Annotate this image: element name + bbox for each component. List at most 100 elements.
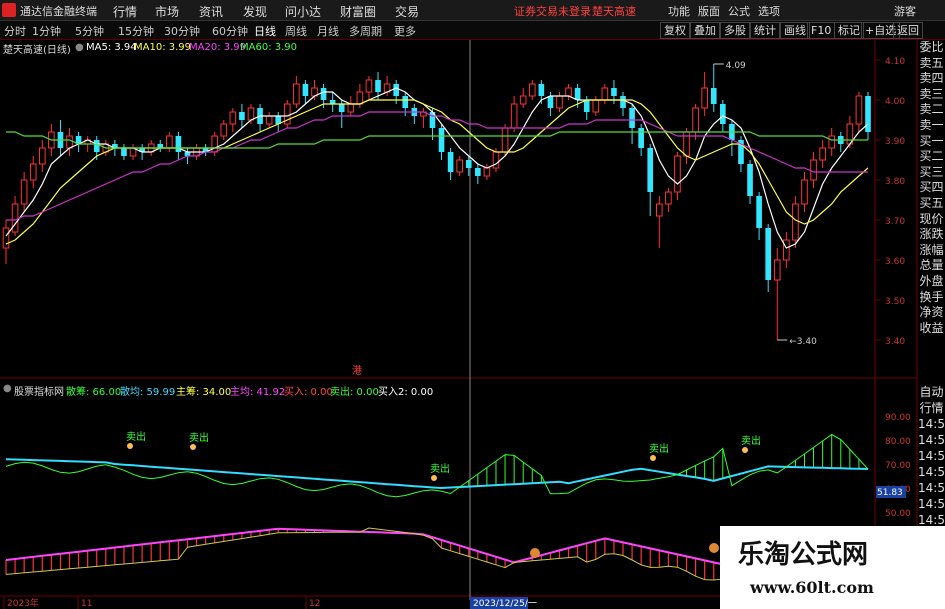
biaoji-button[interactable]: 标记 [834,22,864,39]
fuquan-button[interactable]: 复权 [660,22,690,39]
ma10-line [5,99,869,245]
candle-body [574,88,581,100]
side-item[interactable]: 现价 [918,212,945,228]
candle-body [293,83,300,105]
candle-body [429,112,436,128]
tab-monthly[interactable]: 月线 [317,23,339,39]
menu-faxian[interactable]: 发现 [243,3,267,20]
candle-body [75,136,82,144]
candle-body [828,135,836,149]
guest-button[interactable]: 游客 [894,3,916,19]
tab-multi-period[interactable]: 多周期 [349,23,382,39]
tab-15min[interactable]: 15分钟 [118,23,154,39]
side-item[interactable]: 买二 [918,149,945,165]
ma20-label: MA20: 3.99 [189,42,247,53]
date-cursor-box [470,597,528,609]
candle-body [665,191,672,205]
indicator-tick-label: 90.00 [885,413,911,423]
candle-body [647,148,654,192]
menu-shichang[interactable]: 市场 [155,3,179,20]
duogu-button[interactable]: 多股 [720,22,750,39]
side-item[interactable]: 买一 [918,134,945,150]
side-item[interactable]: 净资 [918,305,945,321]
indicator-tick-label: 50.00 [885,509,911,519]
candle-body [583,100,590,112]
candle-body [166,135,173,149]
tab-5min[interactable]: 5分钟 [75,23,104,39]
tab-30min[interactable]: 30分钟 [164,23,200,39]
side-item[interactable]: 涨幅 [918,243,945,259]
side-item[interactable]: 外盘 [918,274,945,290]
side-item[interactable]: 总量 [918,258,945,274]
candle-body [837,136,844,144]
candle-body [747,164,753,196]
menu-gongshi[interactable]: 公式 [728,3,750,19]
side-item[interactable]: 委比 [918,40,945,56]
tab-more[interactable]: 更多 [394,23,416,39]
candle-body [865,96,871,132]
candle-body [383,83,391,93]
side-item[interactable]: 买四 [918,180,945,196]
menu-banmian[interactable]: 版面 [698,3,720,19]
tab-60min[interactable]: 60分钟 [212,23,248,39]
candle-body [701,87,708,109]
menu-gongneng[interactable]: 功能 [668,3,690,19]
side-item[interactable]: 涨跌 [918,227,945,243]
menu-jiaoyi[interactable]: 交易 [395,3,419,20]
tab-1min[interactable]: 1分钟 [32,23,61,39]
low-label: ←3.40 [789,337,817,347]
tab-daily[interactable]: 日线 [254,23,276,39]
candle-body [556,95,563,109]
menu-hangqing[interactable]: 行情 [113,3,137,20]
menu-wenxiaoda[interactable]: 问小达 [285,3,321,20]
stock-title: 楚天高速(日线) [3,45,71,56]
app-logo-icon [2,3,16,17]
candle-body [601,87,609,101]
side-item[interactable]: 卖二 [918,102,945,118]
chart-area[interactable]: 90.0080.0070.0060.0050.0051.83卖出 卖出卖出卖出卖出… [0,0,945,609]
ma5-label: MA5: 3.94 [86,42,137,53]
f10-button[interactable]: F10 [807,22,836,39]
tab-weekly[interactable]: 周线 [285,23,307,39]
back-button[interactable]: 返回 [893,22,923,39]
candle-body [247,107,255,121]
price-tick-label: 3.50 [885,297,905,307]
candle-body [48,131,55,149]
menu-caifuquan[interactable]: 财富圈 [340,3,376,20]
tab-fenshi[interactable]: 分时 [4,23,26,39]
side-item[interactable]: 收益 [918,321,945,337]
candle-body [855,95,863,125]
side-item[interactable]: 换手 [918,290,945,306]
menu-xuanxiang[interactable]: 选项 [758,3,780,19]
candle-body [411,108,418,116]
side-item[interactable]: 买五 [918,196,945,212]
indicator-item-1: 散均: 59.99 [120,387,176,398]
indicator-item-5: 卖出: 0.00 [330,387,379,398]
tongji-button[interactable]: 统计 [750,22,780,39]
side-item[interactable]: 卖四 [918,71,945,87]
candle-body [229,111,237,125]
menu-zixun[interactable]: 资讯 [199,3,223,20]
side-item[interactable]: 卖五 [918,56,945,72]
side-item[interactable]: 买三 [918,165,945,181]
candle-body [393,84,399,96]
tick-item: 14:50 [918,417,945,431]
trade-login-status[interactable]: 证券交易未登录 [514,3,591,19]
settings-circle-icon[interactable]: ● [75,42,84,53]
candle-body [175,136,182,152]
side-item[interactable]: 卖一 [918,118,945,134]
indicator-item-4: 买入: 0.00 [284,387,333,398]
candle-body [528,83,536,97]
candle-body [492,151,500,169]
price-tick-label: 3.70 [885,217,905,227]
indicator-settings-icon[interactable]: ● [3,383,12,394]
huaxian-button[interactable]: 画线 [780,22,810,39]
candle-body [20,179,28,205]
ma10-label: MA10: 3.99 [134,42,192,53]
candle-body [519,95,527,105]
diejia-button[interactable]: 叠加 [690,22,720,39]
candle-body [447,152,454,172]
candle-body [655,203,663,217]
candle-body [638,128,644,148]
side-item[interactable]: 卖三 [918,87,945,103]
